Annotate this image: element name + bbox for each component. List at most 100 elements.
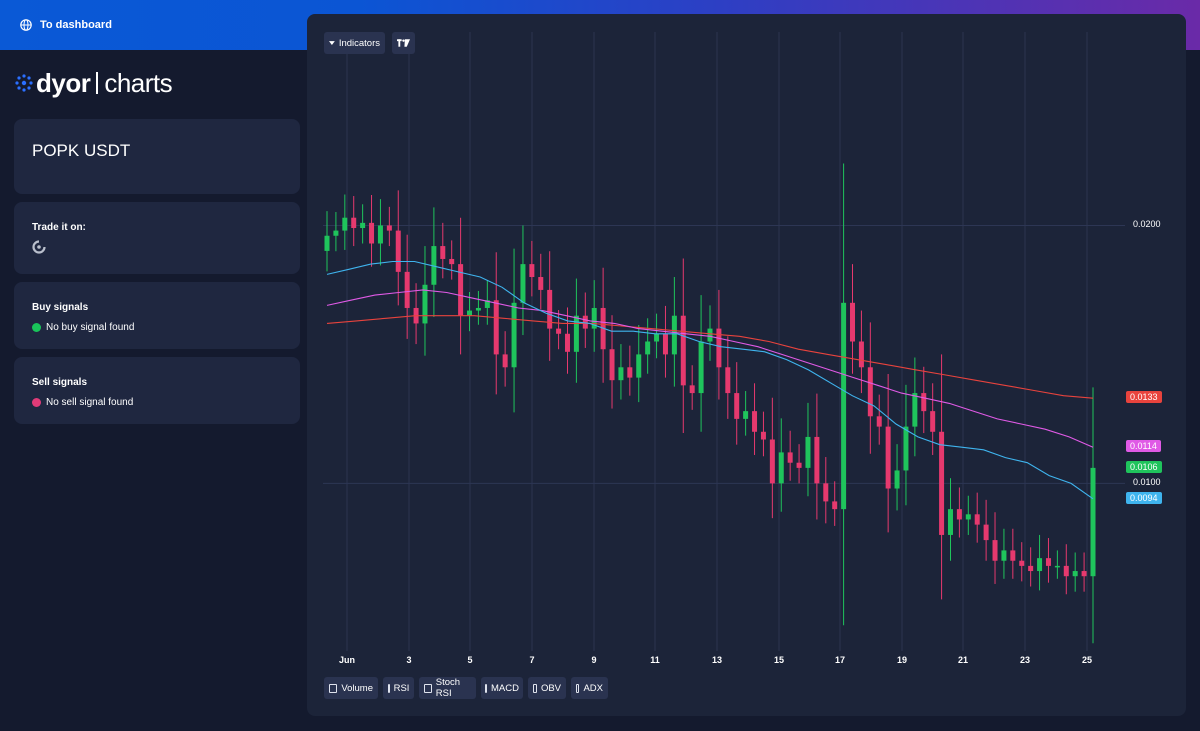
x-axis-label: 15 xyxy=(773,655,785,665)
candle-body xyxy=(1063,565,1069,577)
candle-body xyxy=(564,333,570,352)
to-dashboard-label: To dashboard xyxy=(40,19,112,31)
toggle-rsi[interactable]: RSI xyxy=(383,677,414,699)
candle-body xyxy=(1054,565,1060,568)
candle-body xyxy=(930,411,936,432)
logo-separator xyxy=(96,72,99,94)
x-axis-label: 5 xyxy=(467,655,473,665)
candle-body xyxy=(475,307,481,311)
pair-title: POPK USDT xyxy=(32,141,131,160)
candle-body xyxy=(502,354,508,368)
candle-body xyxy=(760,431,766,440)
candle-body xyxy=(1010,550,1016,561)
price-tag-ema-mid: 0.0114 xyxy=(1126,440,1161,453)
candle-body xyxy=(360,222,366,229)
candle-body xyxy=(369,222,375,244)
price-tag-ema-long: 0.0133 xyxy=(1126,391,1162,404)
candle-body xyxy=(885,426,891,489)
candle-body xyxy=(903,426,909,471)
chart-panel: Indicators Volume RSI Stoch RSI MACD OBV ADX … xyxy=(307,14,1186,716)
toggle-macd[interactable]: MACD xyxy=(481,677,523,699)
candle-body xyxy=(921,393,927,412)
price-tag-last-price: 0.0106 xyxy=(1126,460,1162,473)
toggle-label: Stoch RSI xyxy=(435,677,461,699)
candle-body xyxy=(778,452,784,484)
candle-body xyxy=(805,436,811,468)
candle-body xyxy=(769,439,775,484)
candle-body xyxy=(662,333,668,355)
pair-card: POPK USDT xyxy=(14,119,300,194)
x-axis-label: 7 xyxy=(529,655,535,665)
toggle-label: ADX xyxy=(583,682,603,694)
y-axis-label: 0.0100 xyxy=(1133,477,1161,488)
toggle-stoch-rsi[interactable]: Stoch RSI xyxy=(419,677,476,699)
candle-body xyxy=(377,225,383,244)
candle-body xyxy=(734,393,740,419)
candle-body xyxy=(841,302,847,510)
candle-body xyxy=(725,367,731,394)
x-axis-label: 9 xyxy=(591,655,597,665)
candle-body xyxy=(1037,558,1043,572)
candle-body xyxy=(654,333,660,342)
exchange-logo-icon[interactable] xyxy=(32,240,46,254)
candle-body xyxy=(876,416,882,427)
candle-body xyxy=(395,230,401,272)
candle-body xyxy=(324,235,330,251)
logo[interactable]: dyor charts xyxy=(14,66,173,100)
buy-status-dot-icon xyxy=(32,323,41,332)
candle-body xyxy=(351,217,357,229)
candle-body xyxy=(618,367,624,381)
candle-body xyxy=(894,470,900,489)
toggle-label: OBV xyxy=(540,682,561,694)
candle-body xyxy=(636,354,642,378)
x-axis-label: 19 xyxy=(896,655,908,665)
toggle-adx[interactable]: ADX xyxy=(571,677,608,699)
checkbox-icon xyxy=(576,683,580,693)
candle-body xyxy=(1028,565,1034,572)
buy-signals-title: Buy signals xyxy=(32,302,89,313)
tradingview-logo-icon xyxy=(397,39,410,47)
sell-signal-status: No sell signal found xyxy=(32,397,133,408)
logo-product: charts xyxy=(104,67,173,98)
toggle-label: RSI xyxy=(393,682,410,694)
candle-body xyxy=(333,230,339,236)
to-dashboard-link[interactable]: To dashboard xyxy=(20,17,112,33)
sell-status-dot-icon xyxy=(32,398,41,407)
candle-body xyxy=(493,300,499,355)
caret-down-icon xyxy=(329,41,335,45)
candle-body xyxy=(947,509,953,535)
candle-body xyxy=(752,411,758,432)
candle-body xyxy=(520,264,526,303)
buy-signal-status: No buy signal found xyxy=(32,322,134,333)
candle-body xyxy=(1001,550,1007,561)
toggle-volume[interactable]: Volume xyxy=(324,677,378,699)
candle-body xyxy=(912,393,918,427)
toggle-obv[interactable]: OBV xyxy=(528,677,566,699)
candle-body xyxy=(538,277,544,290)
candle-body xyxy=(850,302,856,342)
globe-icon xyxy=(20,19,32,31)
candle-body xyxy=(1045,558,1051,566)
candle-body xyxy=(342,217,348,231)
x-axis-label: 13 xyxy=(711,655,723,665)
indicators-button[interactable]: Indicators xyxy=(324,32,385,54)
price-chart[interactable] xyxy=(307,14,1186,716)
candle-body xyxy=(511,302,517,368)
candle-body xyxy=(814,436,820,484)
x-axis-label: 3 xyxy=(406,655,412,665)
buy-status-text: No buy signal found xyxy=(46,322,135,333)
candle-body xyxy=(956,509,962,520)
candle-body xyxy=(939,431,945,535)
x-axis-label: 23 xyxy=(1019,655,1031,665)
x-axis-label: Jun xyxy=(338,655,356,665)
candle-body xyxy=(698,341,704,394)
candle-body xyxy=(671,315,677,355)
candle-body xyxy=(974,514,980,525)
candle-body xyxy=(467,310,473,316)
candle-body xyxy=(689,385,695,394)
checkbox-icon xyxy=(485,683,488,693)
tradingview-button[interactable] xyxy=(392,32,415,54)
candle-body xyxy=(743,411,749,419)
candle-body xyxy=(404,271,410,308)
x-axis-label: 11 xyxy=(650,655,660,665)
